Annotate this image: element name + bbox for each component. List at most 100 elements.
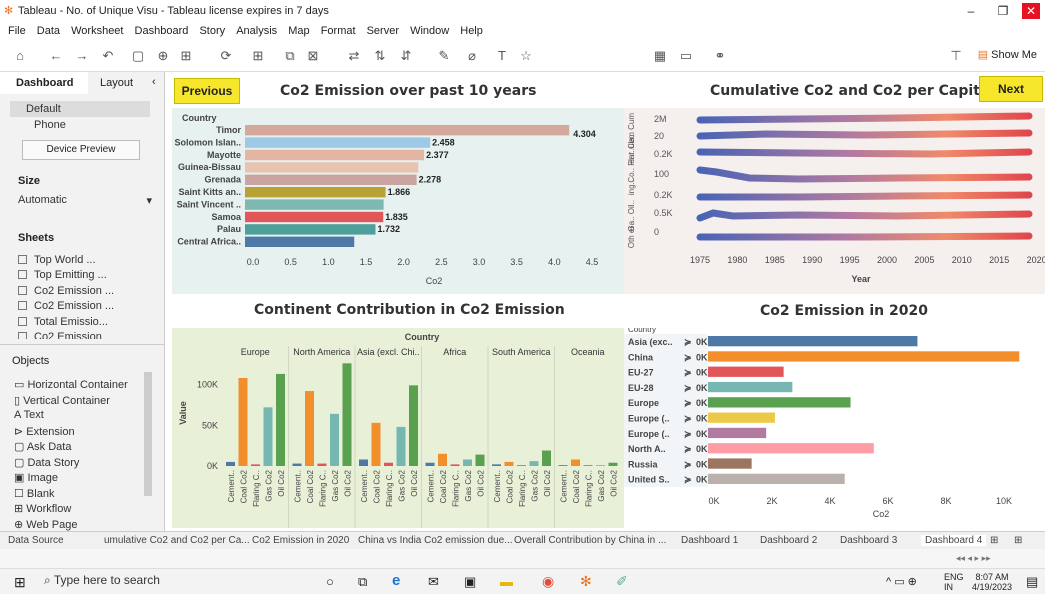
- pause-icon[interactable]: ⊞: [178, 47, 194, 65]
- object-ask-data[interactable]: ▢ Ask Data: [14, 440, 71, 453]
- sort-desc-icon[interactable]: ⇵: [398, 47, 414, 65]
- new-sheet-icon[interactable]: ⊞: [250, 47, 266, 65]
- tableau-taskbar-icon[interactable]: ✻: [580, 573, 592, 590]
- object-blank[interactable]: ☐ Blank: [14, 487, 54, 500]
- object-image[interactable]: ▣ Image: [14, 471, 58, 484]
- menu-help[interactable]: Help: [460, 22, 483, 40]
- previous-button[interactable]: Previous: [174, 78, 240, 104]
- edge-icon[interactable]: e: [392, 572, 400, 589]
- undo-icon[interactable]: ↶: [100, 47, 116, 65]
- sheet-item[interactable]: Total Emissio...: [18, 316, 108, 328]
- notification-icon[interactable]: ▤: [1026, 574, 1038, 590]
- x-tick-label: 2.0: [397, 257, 410, 267]
- menu-story[interactable]: Story: [199, 22, 225, 40]
- tab-sheet[interactable]: Overall Contribution by China in ...: [514, 535, 666, 546]
- tab-dashboard-2[interactable]: Dashboard 2: [760, 535, 817, 546]
- group-label: North America: [293, 347, 350, 357]
- menu-server[interactable]: Server: [367, 22, 399, 40]
- tab-sheet[interactable]: umulative Co2 and Co2 per Ca...: [104, 535, 250, 546]
- menu-dashboard[interactable]: Dashboard: [135, 22, 189, 40]
- size-dropdown[interactable]: Automatic ▾: [18, 194, 152, 207]
- bar: [245, 199, 384, 210]
- menu-file[interactable]: File: [8, 22, 26, 40]
- task-view-icon[interactable]: ⧉: [358, 574, 367, 590]
- minimize-icon[interactable]: –: [962, 3, 980, 19]
- tab-dashboard[interactable]: Dashboard: [0, 72, 88, 94]
- sheet-item[interactable]: Co2 Emission ...: [18, 285, 114, 297]
- object-web-page[interactable]: ⊕ Web Page: [14, 518, 77, 531]
- next-button[interactable]: Next: [979, 76, 1043, 102]
- tab-nav-icons[interactable]: ◂◂ ◂ ▸ ▸▸: [956, 553, 991, 564]
- store-icon[interactable]: ▣: [464, 574, 476, 590]
- object-data-story[interactable]: ▢ Data Story: [14, 456, 79, 469]
- new-sheet-tab-icon[interactable]: ⊞: [990, 535, 998, 546]
- menu-format[interactable]: Format: [321, 22, 356, 40]
- refresh-icon[interactable]: ⟳: [218, 47, 234, 65]
- cortana-icon[interactable]: ○: [326, 574, 334, 589]
- tab-data-source[interactable]: Data Source: [8, 535, 64, 546]
- presentation-icon[interactable]: ▭: [678, 47, 694, 65]
- object-vertical-container[interactable]: ▯ Vertical Container: [14, 394, 110, 407]
- maximize-icon[interactable]: ❐: [994, 3, 1012, 19]
- chart4-svg: Country Asia (exc.. ≽ 0K China ≽ 0K EU-27 ≽ 0K EU-…: [624, 328, 1045, 528]
- device-preview-button[interactable]: Device Preview: [22, 140, 140, 160]
- menu-worksheet[interactable]: Worksheet: [71, 22, 123, 40]
- close-icon[interactable]: ✕: [1022, 3, 1040, 19]
- windows-start-icon[interactable]: ⊞: [14, 574, 26, 591]
- objects-scrollbar[interactable]: [144, 372, 152, 496]
- fit-icon[interactable]: ▦: [650, 47, 670, 65]
- highlight-icon[interactable]: ✎: [436, 47, 452, 65]
- x-tick-label: Cement..: [493, 470, 502, 502]
- tab-dashboard-4[interactable]: Dashboard 4: [921, 535, 987, 546]
- device-default[interactable]: Default: [26, 103, 61, 115]
- tab-dashboard-1[interactable]: Dashboard 1: [681, 535, 738, 546]
- labels-icon[interactable]: T: [494, 47, 510, 65]
- share-icon[interactable]: ⚭: [712, 47, 728, 65]
- group-icon[interactable]: ⌀: [464, 47, 480, 65]
- sheet-item[interactable]: Co2 Emission ...: [18, 300, 114, 312]
- sheet-item[interactable]: Top Emitting ...: [18, 269, 107, 281]
- object-horizontal-container[interactable]: ▭ Horizontal Container: [14, 378, 128, 391]
- show-me-button[interactable]: ▤ Show Me: [978, 48, 1037, 61]
- x-tick-label: Oil Co2: [477, 469, 486, 496]
- x-tick-label: Oil Co2: [277, 469, 286, 496]
- menu-analysis[interactable]: Analysis: [236, 22, 277, 40]
- new-datasource-icon[interactable]: ⊕: [155, 47, 171, 65]
- home-icon[interactable]: ⌂: [12, 47, 28, 65]
- object-text[interactable]: A Text: [14, 409, 44, 421]
- app-icon[interactable]: ✐: [616, 573, 628, 590]
- object-workflow[interactable]: ⊞ Workflow: [14, 502, 71, 515]
- tooltip-icon[interactable]: ⊤: [948, 47, 964, 65]
- sheet-item[interactable]: Co2 Emission: [18, 331, 102, 339]
- pin-icon[interactable]: ☆: [518, 47, 534, 65]
- menu-data[interactable]: Data: [37, 22, 60, 40]
- menu-map[interactable]: Map: [288, 22, 309, 40]
- chart1-title: Co2 Emission over past 10 years: [280, 83, 537, 99]
- duplicate-icon[interactable]: ⧉: [282, 47, 298, 65]
- forward-icon[interactable]: →: [74, 47, 90, 65]
- tab-sheet[interactable]: China vs India Co2 emission due...: [358, 535, 513, 546]
- tab-sheet[interactable]: Co2 Emission in 2020: [252, 535, 349, 546]
- collapse-panel-icon[interactable]: ‹: [152, 76, 156, 88]
- language-indicator[interactable]: ENG IN: [944, 572, 964, 592]
- new-dashboard-tab-icon[interactable]: ⊞: [1014, 535, 1022, 546]
- object-extension[interactable]: ⊳ Extension: [14, 425, 75, 438]
- back-icon[interactable]: ←: [48, 47, 64, 65]
- sheet-item[interactable]: Top World ...: [18, 254, 96, 266]
- swap-icon[interactable]: ⇄: [346, 47, 362, 65]
- save-icon[interactable]: ▢: [130, 47, 146, 65]
- tray-icons[interactable]: ^ ▭ ⊕: [886, 575, 917, 588]
- menu-window[interactable]: Window: [410, 22, 449, 40]
- device-phone[interactable]: Phone: [34, 119, 66, 131]
- chart2-title: Cumulative Co2 and Co2 per Capita: [710, 83, 990, 99]
- sort-asc-icon[interactable]: ⇅: [372, 47, 388, 65]
- taskbar-search[interactable]: ⌕ Type here to search: [44, 573, 284, 591]
- file-explorer-icon[interactable]: ▬: [500, 574, 513, 589]
- chrome-icon[interactable]: ◉: [542, 573, 554, 590]
- tab-dashboard-3[interactable]: Dashboard 3: [840, 535, 897, 546]
- clear-sheet-icon[interactable]: ⊠: [305, 47, 321, 65]
- mail-icon[interactable]: ✉: [428, 574, 439, 590]
- x-tick-label: Flaring C..: [252, 470, 261, 507]
- clock[interactable]: 8:07 AM 4/19/2023: [972, 572, 1012, 592]
- tab-layout[interactable]: Layout: [100, 72, 150, 94]
